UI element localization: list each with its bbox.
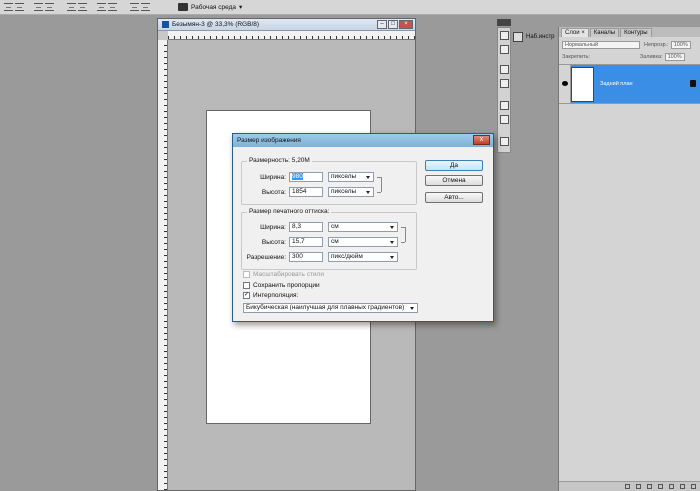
doc-height-label: Высота: [261, 239, 286, 246]
doc-width-label: Ширина: [260, 224, 286, 231]
lock-icon [690, 80, 696, 87]
layer-name: Задний план [600, 81, 633, 87]
layer-row[interactable]: Задний план [559, 64, 700, 104]
layers-panel: Слои × Каналы Контуры Нормальный Непрозр… [558, 27, 700, 491]
align-icon[interactable] [15, 3, 24, 11]
trash-icon[interactable] [691, 484, 696, 489]
visibility-toggle[interactable] [559, 65, 571, 103]
dialog-title-bar[interactable]: Размер изображения x [233, 134, 493, 147]
doc-width-input[interactable]: 8,3 [289, 222, 323, 232]
panel-tabs: Слои × Каналы Контуры [559, 27, 700, 37]
mask-icon[interactable] [647, 484, 652, 489]
fx-icon[interactable] [636, 484, 641, 489]
constrain-proportions-checkbox[interactable]: Сохранить пропорции [243, 282, 320, 289]
fill-label: Заливка: [639, 53, 663, 60]
horizontal-ruler[interactable] [168, 31, 415, 40]
link-icon[interactable] [625, 484, 630, 489]
notes-icon[interactable] [500, 137, 509, 146]
options-bar: Рабочая среда ▾ [0, 0, 700, 15]
dialog-close-button[interactable]: x [473, 135, 490, 145]
doc-height-unit-select[interactable]: см [328, 237, 398, 247]
tool-presets-button[interactable]: Наб.инстр [513, 31, 555, 43]
pixel-width-input[interactable]: 980 [289, 172, 323, 182]
distribute-icon[interactable] [108, 3, 117, 11]
tab-paths[interactable]: Контуры [620, 28, 652, 37]
resolution-label: Разрешение: [246, 254, 286, 261]
brush-icon[interactable] [500, 65, 509, 74]
panel-dock-header[interactable] [497, 19, 511, 26]
checkmark-icon: ✓ [243, 292, 250, 299]
resolution-unit-select[interactable]: пикс/дюйм [328, 252, 398, 262]
adjustment-icon[interactable] [658, 484, 663, 489]
fill-input[interactable]: 100% [664, 52, 685, 61]
resample-checkbox[interactable]: ✓ Интерполяция: [243, 292, 298, 299]
clone-source-icon[interactable] [500, 79, 509, 88]
close-button[interactable]: × [399, 20, 413, 29]
tab-channels[interactable]: Каналы [589, 28, 620, 37]
minimize-button[interactable]: – [377, 20, 387, 29]
resample-method-select[interactable]: Бикубическая (наилучшая для плавных град… [243, 303, 418, 313]
dialog-title: Размер изображения [237, 137, 301, 144]
panel-footer [559, 481, 700, 491]
document-size-group: Размер печатного оттиска: Ширина: 8,3 см… [241, 208, 417, 270]
new-layer-icon[interactable] [680, 484, 685, 489]
resolution-input[interactable]: 300 [289, 252, 323, 262]
pixel-dimensions-label: Размерность: 5,20M [247, 157, 312, 164]
chevron-down-icon: ▾ [239, 4, 243, 11]
workspace-switcher[interactable]: Рабочая среда ▾ [178, 1, 242, 13]
doc-height-input[interactable]: 15,7 [289, 237, 323, 247]
distribute-icon[interactable] [97, 3, 106, 11]
cancel-button[interactable]: Отмена [425, 175, 483, 186]
distribute-icon[interactable] [67, 3, 76, 11]
pixel-height-unit-select[interactable]: пикселы [328, 187, 374, 197]
folder-icon[interactable] [669, 484, 674, 489]
align-icon[interactable] [4, 3, 13, 11]
doc-width-unit-select[interactable]: см [328, 222, 398, 232]
resample-label: Интерполяция: [253, 292, 299, 299]
ps-document-icon [162, 21, 169, 28]
pixel-width-label: Ширина: [260, 174, 286, 181]
distribute-icon[interactable] [141, 3, 150, 11]
document-title: Безымян-3 @ 33,3% (RGB/8) [172, 21, 260, 28]
paragraph-icon[interactable] [500, 115, 509, 124]
distribute-icon[interactable] [34, 3, 43, 11]
layer-thumbnail [571, 67, 594, 102]
maximize-button[interactable]: □ [388, 20, 398, 29]
tab-layers[interactable]: Слои × [561, 28, 589, 37]
opacity-label: Непрозр.: [644, 41, 669, 48]
distribute-icon[interactable] [78, 3, 87, 11]
image-size-dialog: Размер изображения x Размерность: 5,20M … [232, 133, 494, 322]
collapsed-panels-dock [497, 27, 511, 153]
pixel-height-input[interactable]: 1854 [289, 187, 323, 197]
pixel-dimensions-group: Размерность: 5,20M Ширина: 980 пикселы В… [241, 157, 417, 205]
character-icon[interactable] [500, 101, 509, 110]
eye-icon [562, 81, 568, 86]
auto-button[interactable]: Авто... [425, 192, 483, 203]
ok-button[interactable]: Да [425, 160, 483, 171]
pixel-height-label: Высота: [261, 189, 286, 196]
constrain-proportions-label: Сохранить пропорции [253, 282, 320, 289]
workspace-icon [178, 3, 188, 11]
distribute-icon[interactable] [130, 3, 139, 11]
document-title-bar[interactable]: Безымян-3 @ 33,3% (RGB/8) – □ × [158, 19, 415, 31]
tool-presets-icon [513, 32, 523, 42]
actions-icon[interactable] [500, 45, 509, 54]
vertical-ruler[interactable] [158, 40, 168, 490]
document-size-label: Размер печатного оттиска: [247, 208, 332, 215]
pixel-width-unit-select[interactable]: пикселы [328, 172, 374, 182]
blend-mode-select[interactable]: Нормальный [562, 40, 640, 49]
scale-styles-label: Масштабировать стили [253, 271, 324, 278]
history-icon[interactable] [500, 31, 509, 40]
workspace-label: Рабочая среда [191, 3, 237, 11]
lock-label: Закрепить: [562, 53, 590, 60]
scale-styles-checkbox[interactable]: Масштабировать стили [243, 271, 324, 278]
tool-presets-label: Наб.инстр [526, 34, 555, 40]
opacity-input[interactable]: 100% [670, 40, 691, 49]
distribute-icon[interactable] [45, 3, 54, 11]
